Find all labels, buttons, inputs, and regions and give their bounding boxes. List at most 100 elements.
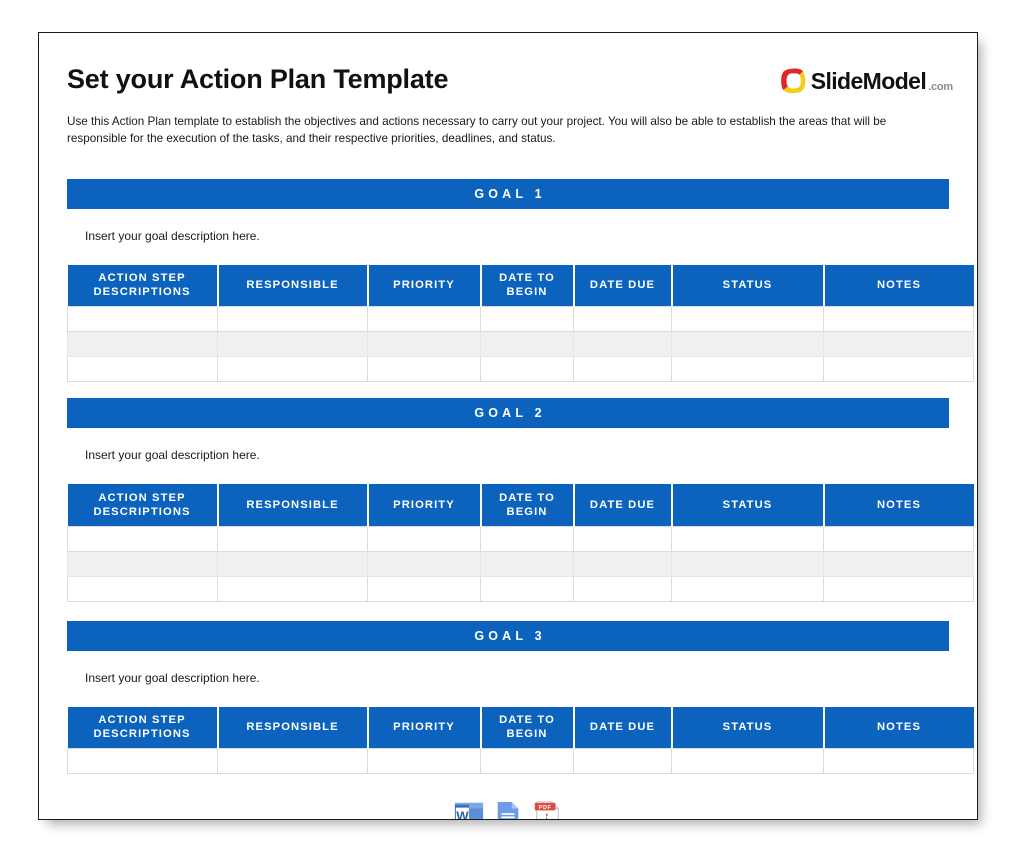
cell-notes[interactable] xyxy=(823,525,974,552)
column-header-date-due: DATE DUE xyxy=(572,706,673,749)
cell-action-step[interactable] xyxy=(67,575,218,602)
column-header-notes: NOTES xyxy=(822,706,974,749)
document-header: Set your Action Plan Template SlideModel… xyxy=(39,33,977,148)
cell-responsible[interactable] xyxy=(217,550,368,577)
cell-notes[interactable] xyxy=(823,306,974,333)
column-header-status: STATUS xyxy=(670,264,825,307)
cell-priority[interactable] xyxy=(367,306,481,333)
document-page: Set your Action Plan Template SlideModel… xyxy=(38,32,978,820)
cell-responsible[interactable] xyxy=(217,356,368,383)
cell-date-due[interactable] xyxy=(573,331,672,358)
table-row[interactable] xyxy=(67,306,974,333)
column-header-date-to-begin: DATE TO BEGIN xyxy=(479,484,575,527)
column-header-notes: NOTES xyxy=(822,484,974,527)
column-header-notes: NOTES xyxy=(822,264,974,307)
slidemodel-logo: SlideModel .com xyxy=(779,67,953,95)
column-header-priority: PRIORITY xyxy=(366,484,482,527)
cell-status[interactable] xyxy=(671,331,824,358)
cell-date-to-begin[interactable] xyxy=(480,306,574,333)
download-format-icons: W PDF xyxy=(67,800,949,820)
cell-notes[interactable] xyxy=(823,331,974,358)
cell-priority[interactable] xyxy=(367,331,481,358)
cell-responsible[interactable] xyxy=(217,331,368,358)
goal-sections: GOAL 1 Insert your goal description here… xyxy=(39,178,977,820)
goal-bar-2: GOAL 2 xyxy=(67,398,949,429)
cell-priority[interactable] xyxy=(367,525,481,552)
cell-date-to-begin[interactable] xyxy=(480,575,574,602)
cell-status[interactable] xyxy=(671,306,824,333)
column-header-action-step: ACTION STEP DESCRIPTIONS xyxy=(67,484,219,527)
cell-date-to-begin[interactable] xyxy=(480,356,574,383)
cell-action-step[interactable] xyxy=(67,525,218,552)
column-header-action-step: ACTION STEP DESCRIPTIONS xyxy=(67,706,219,749)
cell-date-to-begin[interactable] xyxy=(480,525,574,552)
cell-priority[interactable] xyxy=(367,575,481,602)
cell-notes[interactable] xyxy=(823,356,974,383)
word-file-icon[interactable]: W xyxy=(454,800,484,820)
table-header-row: ACTION STEP DESCRIPTIONS RESPONSIBLE PRI… xyxy=(67,706,974,749)
goal-description-3[interactable]: Insert your goal description here. xyxy=(67,650,949,707)
cell-action-step[interactable] xyxy=(67,748,218,775)
cell-notes[interactable] xyxy=(823,575,974,602)
cell-notes[interactable] xyxy=(823,748,974,775)
table-row[interactable] xyxy=(67,748,974,775)
goal-description-1[interactable]: Insert your goal description here. xyxy=(67,208,949,265)
brand-name: SlideModel xyxy=(810,67,927,94)
goal-block-3: GOAL 3 Insert your goal description here… xyxy=(67,620,974,775)
cell-date-due[interactable] xyxy=(573,575,672,602)
table-row[interactable] xyxy=(67,575,974,602)
cell-date-due[interactable] xyxy=(573,306,672,333)
table-header-row: ACTION STEP DESCRIPTIONS RESPONSIBLE PRI… xyxy=(67,484,974,527)
cell-action-step[interactable] xyxy=(67,550,218,577)
action-plan-table-1: ACTION STEP DESCRIPTIONS RESPONSIBLE PRI… xyxy=(67,264,974,383)
column-header-priority: PRIORITY xyxy=(366,706,482,749)
cell-action-step[interactable] xyxy=(67,306,218,333)
cell-priority[interactable] xyxy=(367,356,481,383)
column-header-action-step: ACTION STEP DESCRIPTIONS xyxy=(67,264,219,307)
cell-action-step[interactable] xyxy=(67,356,218,383)
cell-date-due[interactable] xyxy=(573,356,672,383)
cell-date-due[interactable] xyxy=(573,748,672,775)
column-header-date-to-begin: DATE TO BEGIN xyxy=(479,706,575,749)
cell-responsible[interactable] xyxy=(217,306,368,333)
cell-status[interactable] xyxy=(671,575,824,602)
table-row[interactable] xyxy=(67,525,974,552)
cell-status[interactable] xyxy=(671,748,824,775)
column-header-status: STATUS xyxy=(670,706,825,749)
cell-date-to-begin[interactable] xyxy=(480,331,574,358)
cell-status[interactable] xyxy=(671,550,824,577)
svg-text:W: W xyxy=(456,809,469,820)
cell-date-due[interactable] xyxy=(573,525,672,552)
goal-block-1: GOAL 1 Insert your goal description here… xyxy=(67,178,974,383)
goal-description-2[interactable]: Insert your goal description here. xyxy=(67,428,949,485)
cell-priority[interactable] xyxy=(367,550,481,577)
column-header-priority: PRIORITY xyxy=(366,264,482,307)
cell-responsible[interactable] xyxy=(217,575,368,602)
slidemodel-logo-icon xyxy=(780,68,805,94)
column-header-responsible: RESPONSIBLE xyxy=(216,484,369,527)
cell-responsible[interactable] xyxy=(217,525,368,552)
table-row[interactable] xyxy=(67,356,974,383)
column-header-responsible: RESPONSIBLE xyxy=(216,706,369,749)
cell-status[interactable] xyxy=(671,356,824,383)
cell-date-to-begin[interactable] xyxy=(480,550,574,577)
column-header-date-due: DATE DUE xyxy=(572,484,673,527)
cell-priority[interactable] xyxy=(367,748,481,775)
cell-action-step[interactable] xyxy=(67,331,218,358)
cell-date-due[interactable] xyxy=(573,550,672,577)
table-row[interactable] xyxy=(67,331,974,358)
intro-paragraph: Use this Action Plan template to establi… xyxy=(67,114,887,145)
cell-notes[interactable] xyxy=(823,550,974,577)
column-header-date-to-begin: DATE TO BEGIN xyxy=(479,264,575,307)
action-plan-table-2: ACTION STEP DESCRIPTIONS RESPONSIBLE PRI… xyxy=(67,484,974,602)
google-docs-file-icon[interactable] xyxy=(493,800,523,820)
goal-bar-1: GOAL 1 xyxy=(67,178,949,209)
table-row[interactable] xyxy=(67,550,974,577)
cell-responsible[interactable] xyxy=(217,748,368,775)
screenshot-canvas: Set your Action Plan Template SlideModel… xyxy=(0,0,1020,863)
column-header-date-due: DATE DUE xyxy=(572,264,673,307)
cell-date-to-begin[interactable] xyxy=(480,748,574,775)
cell-status[interactable] xyxy=(671,525,824,552)
pdf-file-icon[interactable]: PDF xyxy=(532,800,562,820)
